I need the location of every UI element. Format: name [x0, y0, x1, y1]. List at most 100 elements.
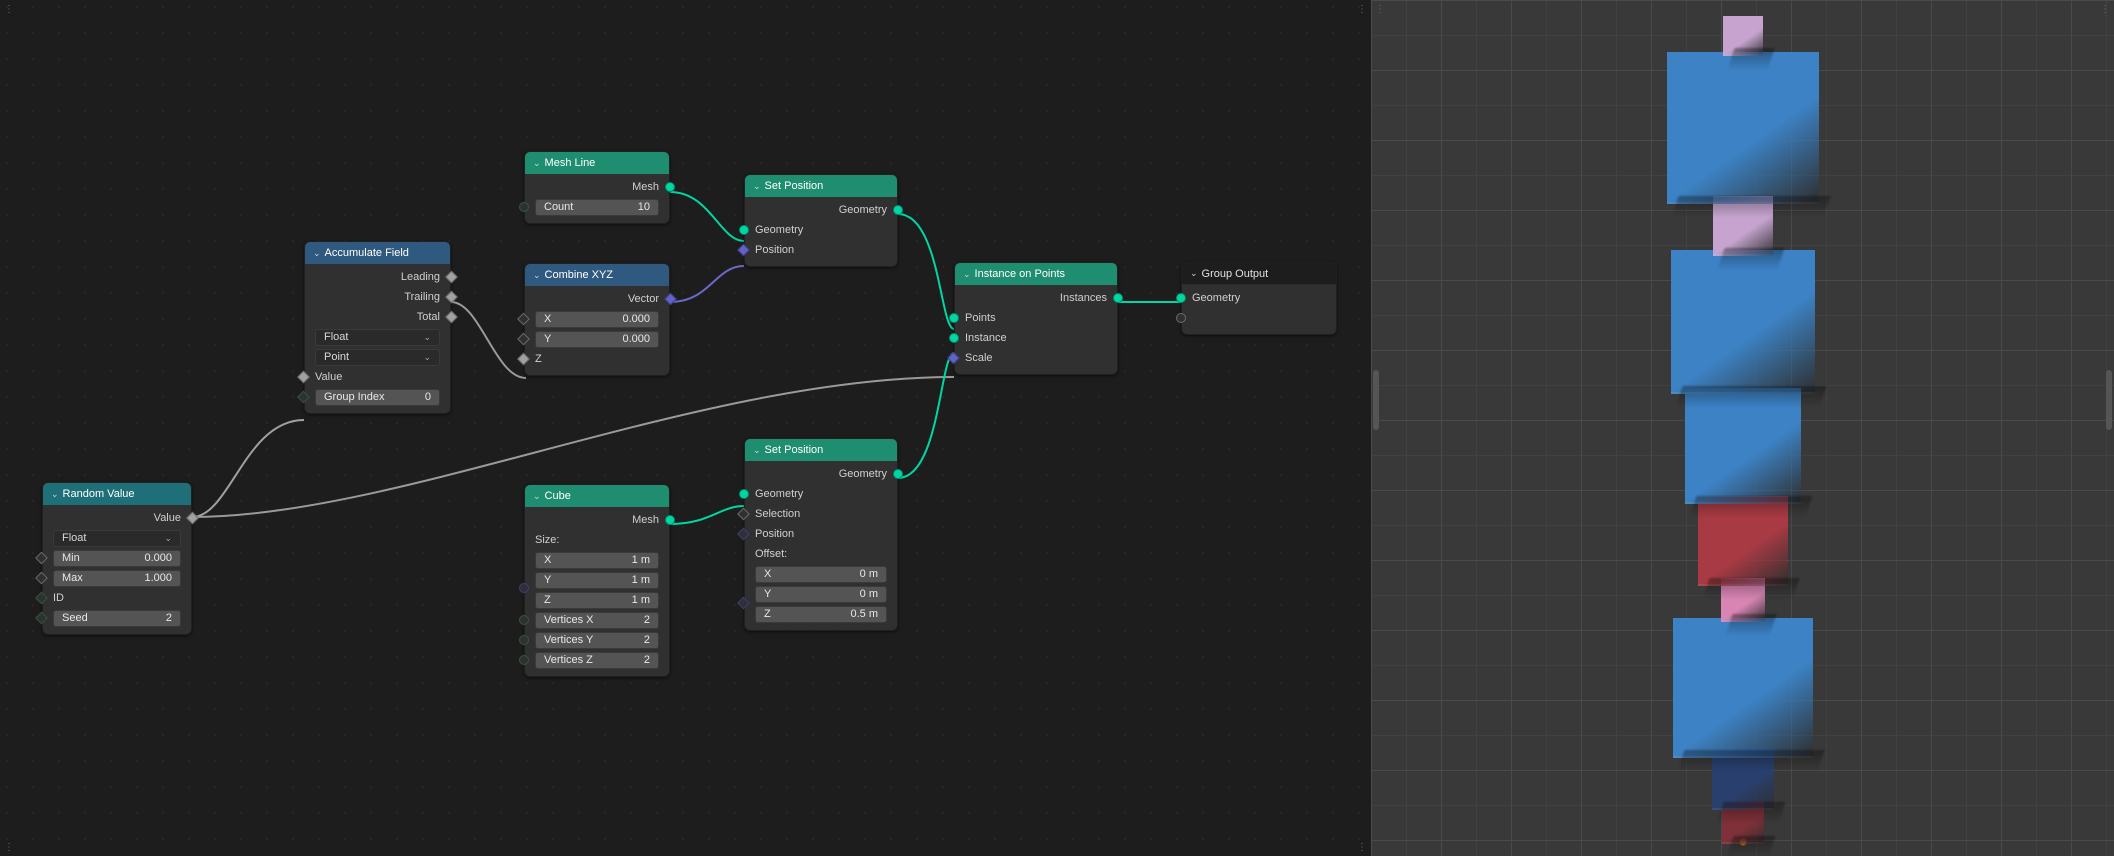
socket-out-geometry[interactable]	[893, 469, 903, 479]
socket-out-mesh[interactable]	[665, 182, 675, 192]
chevron-down-icon: ⌄	[963, 269, 971, 280]
node-cube[interactable]: ⌄ Cube Mesh Size: X1 m Y1 m Z1 m Vertice…	[524, 484, 670, 677]
node-editor-background	[0, 0, 1371, 856]
socket-in-count[interactable]	[519, 202, 529, 212]
node-title: Instance on Points	[975, 268, 1066, 280]
count-field[interactable]: Count10	[535, 199, 659, 216]
split-corner-top-left[interactable]: ⋮	[2, 2, 16, 16]
vertices-z-field[interactable]: Vertices Z2	[535, 652, 659, 669]
output-vector-label: Vector	[628, 293, 659, 305]
offset-y-field[interactable]: Y0 m	[755, 586, 887, 603]
chevron-down-icon: ⌄	[533, 158, 541, 169]
socket-in-instance[interactable]	[949, 333, 959, 343]
node-mesh-line[interactable]: ⌄ Mesh Line Mesh Count10	[524, 151, 670, 224]
chevron-down-icon: ⌄	[313, 248, 321, 259]
node-title: Group Output	[1202, 268, 1269, 280]
socket-in-vertices-z[interactable]	[519, 655, 529, 665]
node-title: Combine XYZ	[545, 269, 613, 281]
chevron-down-icon: ⌄	[423, 332, 431, 343]
input-position-label: Position	[755, 528, 794, 540]
chevron-down-icon: ⌄	[1190, 268, 1198, 279]
datatype-select[interactable]: Float⌄	[315, 329, 440, 346]
node-header[interactable]: ⌄ Group Output	[1182, 263, 1336, 285]
socket-in-geometry[interactable]	[739, 225, 749, 235]
socket-in-virtual[interactable]	[1176, 313, 1186, 323]
node-random-value[interactable]: ⌄ Random Value Value Float⌄ Min0.000 Max…	[42, 482, 192, 635]
node-instance-on-points[interactable]: ⌄ Instance on Points Instances Points In…	[954, 262, 1118, 375]
chevron-down-icon: ⌄	[51, 489, 59, 500]
node-combine-xyz[interactable]: ⌄ Combine XYZ Vector X0.000 Y0.000 Z	[524, 263, 670, 376]
size-y-field[interactable]: Y1 m	[535, 572, 659, 589]
viewport-panel[interactable]: ⋮ ⋮	[1371, 0, 2114, 856]
socket-out-mesh[interactable]	[665, 515, 675, 525]
size-label: Size:	[535, 534, 559, 546]
output-mesh-label: Mesh	[632, 514, 659, 526]
vertices-y-field[interactable]: Vertices Y2	[535, 632, 659, 649]
node-title: Mesh Line	[545, 157, 596, 169]
cubes-stack	[1371, 0, 2114, 856]
socket-in-geometry[interactable]	[739, 489, 749, 499]
node-editor-panel[interactable]: ⋮ ⋮ ⋮ ⋮ ⌄ Ra	[0, 0, 1371, 856]
node-header[interactable]: ⌄ Instance on Points	[955, 263, 1117, 285]
input-geometry-label: Geometry	[755, 224, 803, 236]
input-instance-label: Instance	[965, 332, 1007, 344]
input-value-label: Value	[315, 371, 342, 383]
output-geometry-label: Geometry	[839, 468, 887, 480]
domain-select[interactable]: Point⌄	[315, 349, 440, 366]
max-field[interactable]: Max1.000	[53, 570, 181, 587]
chevron-down-icon: ⌄	[164, 533, 172, 544]
split-corner-bottom-right[interactable]: ⋮	[1355, 840, 1369, 854]
cube-instance	[1723, 16, 1763, 56]
node-title: Set Position	[765, 444, 824, 456]
node-header[interactable]: ⌄ Set Position	[745, 439, 897, 461]
chevron-down-icon: ⌄	[423, 352, 431, 363]
socket-out-geometry[interactable]	[893, 205, 903, 215]
input-scale-label: Scale	[965, 352, 993, 364]
node-title: Random Value	[63, 488, 135, 500]
type-select[interactable]: Float⌄	[53, 530, 181, 547]
output-total-label: Total	[417, 311, 440, 323]
output-value-label: Value	[154, 512, 181, 524]
output-leading-label: Leading	[401, 271, 440, 283]
chevron-down-icon: ⌄	[533, 270, 541, 281]
node-group-output[interactable]: ⌄ Group Output Geometry	[1181, 262, 1337, 335]
input-selection-label: Selection	[755, 508, 800, 520]
offset-label: Offset:	[755, 548, 787, 560]
node-header[interactable]: ⌄ Mesh Line	[525, 152, 669, 174]
node-header[interactable]: ⌄ Random Value	[43, 483, 191, 505]
socket-in-points[interactable]	[949, 313, 959, 323]
x-field[interactable]: X0.000	[535, 311, 659, 328]
group-index-field[interactable]: Group Index0	[315, 389, 440, 406]
output-geometry-label: Geometry	[839, 204, 887, 216]
split-corner-top-right[interactable]: ⋮	[1355, 2, 1369, 16]
socket-out-instances[interactable]	[1113, 293, 1123, 303]
node-header[interactable]: ⌄ Accumulate Field	[305, 242, 450, 264]
input-geometry-label: Geometry	[755, 488, 803, 500]
offset-x-field[interactable]: X0 m	[755, 566, 887, 583]
cube-instance	[1673, 618, 1813, 758]
y-field[interactable]: Y0.000	[535, 331, 659, 348]
offset-z-field[interactable]: Z0.5 m	[755, 606, 887, 623]
output-mesh-label: Mesh	[632, 181, 659, 193]
node-set-position-bottom[interactable]: ⌄ Set Position Geometry Geometry Selecti…	[744, 438, 898, 631]
node-header[interactable]: ⌄ Set Position	[745, 175, 897, 197]
input-z-label: Z	[535, 353, 542, 365]
input-points-label: Points	[965, 312, 996, 324]
node-header[interactable]: ⌄ Combine XYZ	[525, 264, 669, 286]
chevron-down-icon: ⌄	[753, 445, 761, 456]
input-position-label: Position	[755, 244, 794, 256]
seed-field[interactable]: Seed2	[53, 610, 181, 627]
node-set-position-top[interactable]: ⌄ Set Position Geometry Geometry Positio…	[744, 174, 898, 267]
node-title: Accumulate Field	[325, 247, 409, 259]
socket-in-vertices-x[interactable]	[519, 615, 529, 625]
socket-in-geometry[interactable]	[1176, 293, 1186, 303]
output-trailing-label: Trailing	[404, 291, 440, 303]
size-z-field[interactable]: Z1 m	[535, 592, 659, 609]
node-header[interactable]: ⌄ Cube	[525, 485, 669, 507]
vertices-x-field[interactable]: Vertices X2	[535, 612, 659, 629]
size-x-field[interactable]: X1 m	[535, 552, 659, 569]
split-corner-bottom-left[interactable]: ⋮	[2, 840, 16, 854]
socket-in-vertices-y[interactable]	[519, 635, 529, 645]
min-field[interactable]: Min0.000	[53, 550, 181, 567]
node-accumulate-field[interactable]: ⌄ Accumulate Field Leading Trailing Tota…	[304, 241, 451, 414]
